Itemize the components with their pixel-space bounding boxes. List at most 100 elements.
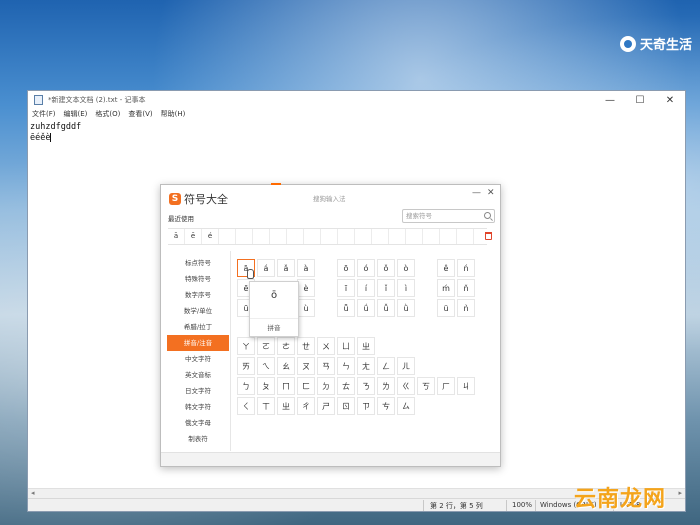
symbol-cell[interactable]: ㄌ [377,377,395,395]
symbol-cell[interactable]: ㄤ [357,357,375,375]
symbol-cell[interactable]: ê [437,259,455,277]
recent-symbol-cell[interactable] [304,229,321,244]
nav-item-3[interactable]: 数学/单位 [167,303,229,319]
recent-symbol-cell[interactable] [457,229,474,244]
symbol-cell[interactable]: ㄅ [237,377,255,395]
symbol-cell[interactable]: ḿ [437,279,455,297]
nav-item-9[interactable]: 韩文字符 [167,399,229,415]
symbol-cell[interactable]: ㄢ [317,357,335,375]
scroll-right-arrow-icon[interactable]: ▸ [678,489,682,497]
symbol-cell[interactable]: à [297,259,315,277]
recent-symbol-cell[interactable] [321,229,338,244]
nav-item-2[interactable]: 数字序号 [167,287,229,303]
symbol-cell[interactable]: ň [457,279,475,297]
symbol-search-input[interactable] [406,211,481,221]
symbol-cell[interactable]: ㄏ [437,377,455,395]
symbol-cell[interactable]: ㄕ [317,397,335,415]
menu-view[interactable]: 查看(V) [128,109,152,119]
symbol-cell[interactable]: ㄒ [257,397,275,415]
symbol-cell[interactable]: ㄨ [317,337,335,355]
symbol-cell[interactable]: ǹ [457,299,475,317]
symbol-cell[interactable]: è [297,279,315,297]
menu-file[interactable]: 文件(F) [32,109,56,119]
notepad-titlebar[interactable]: *新建文本文档 (2).txt - 记事本 — ☐ ✕ [28,91,685,109]
symbol-cell[interactable]: ü [437,299,455,317]
symbol-cell[interactable]: ㄞ [237,357,255,375]
symbol-cell[interactable]: ù [297,299,315,317]
symbol-cell[interactable]: ㄓ [277,397,295,415]
panel-close-button[interactable]: ✕ [487,188,495,198]
recent-symbol-cell[interactable] [253,229,270,244]
symbol-search-box[interactable] [402,209,495,223]
recent-symbol-cell[interactable] [355,229,372,244]
minimize-button[interactable]: — [595,95,625,106]
recent-symbol-cell[interactable] [287,229,304,244]
recent-symbol-cell[interactable] [389,229,406,244]
nav-item-4[interactable]: 希腊/拉丁 [167,319,229,335]
recent-symbol-cell[interactable] [236,229,253,244]
recent-symbol-cell[interactable] [406,229,423,244]
symbol-cell[interactable]: ㄥ [377,357,395,375]
symbol-cell[interactable]: ㄋ [357,377,375,395]
panel-minimize-button[interactable]: — [472,188,481,198]
nav-item-0[interactable]: 标点符号 [167,255,229,271]
menu-format[interactable]: 格式(O) [95,109,120,119]
symbol-cell[interactable]: ㄟ [257,357,275,375]
symbol-cell[interactable]: ㄎ [417,377,435,395]
close-button[interactable]: ✕ [655,95,685,106]
symbol-cell[interactable]: ǜ [397,299,415,317]
symbol-cell[interactable]: ō [337,259,355,277]
symbol-cell[interactable]: ㄆ [257,377,275,395]
symbol-cell[interactable]: ㄍ [397,377,415,395]
symbol-cell[interactable]: ń [457,259,475,277]
symbol-cell[interactable]: ㄛ [257,337,275,355]
symbol-cell[interactable]: ㄈ [297,377,315,395]
search-icon[interactable] [484,212,491,219]
symbol-cell[interactable]: ㄠ [277,357,295,375]
symbol-cell[interactable]: ò [397,259,415,277]
nav-item-11[interactable]: 制表符 [167,431,229,447]
symbol-cell[interactable]: ǚ [377,299,395,317]
symbol-cell[interactable]: ㄇ [277,377,295,395]
recent-symbol-cell[interactable] [372,229,389,244]
nav-item-8[interactable]: 日文字符 [167,383,229,399]
menu-edit[interactable]: 编辑(E) [64,109,88,119]
symbol-cell[interactable]: ì [397,279,415,297]
symbol-cell[interactable]: ㄡ [297,357,315,375]
symbol-cell[interactable]: ㄣ [337,357,355,375]
symbol-cell[interactable]: ㄙ [397,397,415,415]
recent-symbol-cell[interactable] [338,229,355,244]
symbol-cell[interactable]: ㄑ [237,397,255,415]
symbol-cell[interactable]: ǖ [337,299,355,317]
trash-icon[interactable] [485,232,492,240]
symbol-cell[interactable]: ǘ [357,299,375,317]
recent-symbol-cell[interactable]: é [202,229,219,244]
symbol-cell[interactable]: ㄔ [297,397,315,415]
scroll-left-arrow-icon[interactable]: ◂ [31,489,35,497]
nav-item-5[interactable]: 拼音/注音 [167,335,229,351]
maximize-button[interactable]: ☐ [625,95,655,106]
symbol-cell[interactable]: ǐ [377,279,395,297]
symbol-cell[interactable]: ī [337,279,355,297]
symbol-cell[interactable]: ㄘ [377,397,395,415]
symbol-cell[interactable]: ㄊ [337,377,355,395]
symbol-cell[interactable]: ó [357,259,375,277]
symbol-cell[interactable]: ㄗ [357,397,375,415]
symbol-cell[interactable]: ǎ [277,259,295,277]
nav-item-10[interactable]: 俄文字母 [167,415,229,431]
symbol-cell[interactable]: ㄩ [337,337,355,355]
recent-symbol-cell[interactable] [219,229,236,244]
nav-item-1[interactable]: 特殊符号 [167,271,229,287]
nav-item-6[interactable]: 中文字符 [167,351,229,367]
symbol-cell[interactable]: í [357,279,375,297]
recent-symbol-cell[interactable] [270,229,287,244]
recent-symbol-cell[interactable] [440,229,457,244]
text-editor[interactable]: zuhzdfgddf ēéěè [30,122,81,144]
menu-help[interactable]: 帮助(H) [161,109,186,119]
nav-item-7[interactable]: 英文音标 [167,367,229,383]
recent-symbol-cell[interactable] [423,229,440,244]
recent-symbol-cell[interactable]: ē [185,229,202,244]
symbol-cell[interactable]: ㄝ [297,337,315,355]
recent-symbol-cell[interactable]: ā [168,229,185,244]
symbol-cell[interactable]: ㄚ [237,337,255,355]
